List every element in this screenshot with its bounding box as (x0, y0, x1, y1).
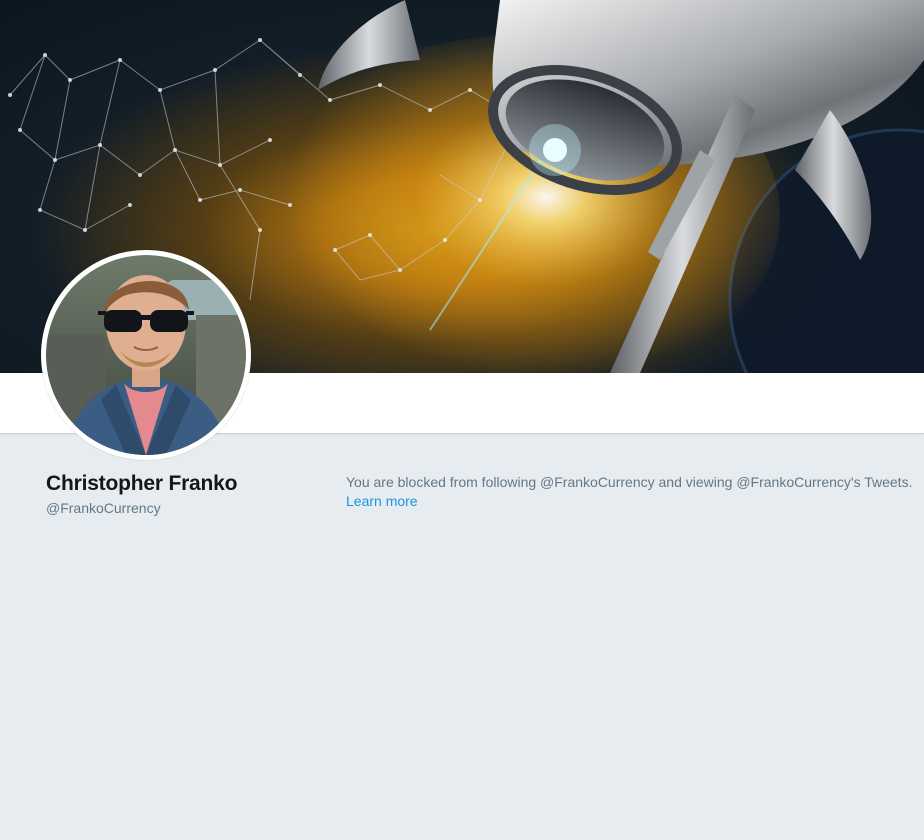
profile-name-card: Christopher Franko @FrankoCurrency (46, 472, 316, 518)
avatar-image (46, 255, 246, 455)
profile-screen-name[interactable]: @FrankoCurrency (46, 498, 316, 518)
profile-avatar[interactable] (41, 250, 251, 460)
blocked-notice: You are blocked from following @FrankoCu… (346, 473, 916, 511)
blocked-message: You are blocked from following @FrankoCu… (346, 474, 913, 490)
profile-page: Christopher Franko @FrankoCurrency You a… (0, 0, 924, 840)
profile-fullname[interactable]: Christopher Franko (46, 472, 316, 496)
learn-more-link[interactable]: Learn more (346, 493, 418, 509)
